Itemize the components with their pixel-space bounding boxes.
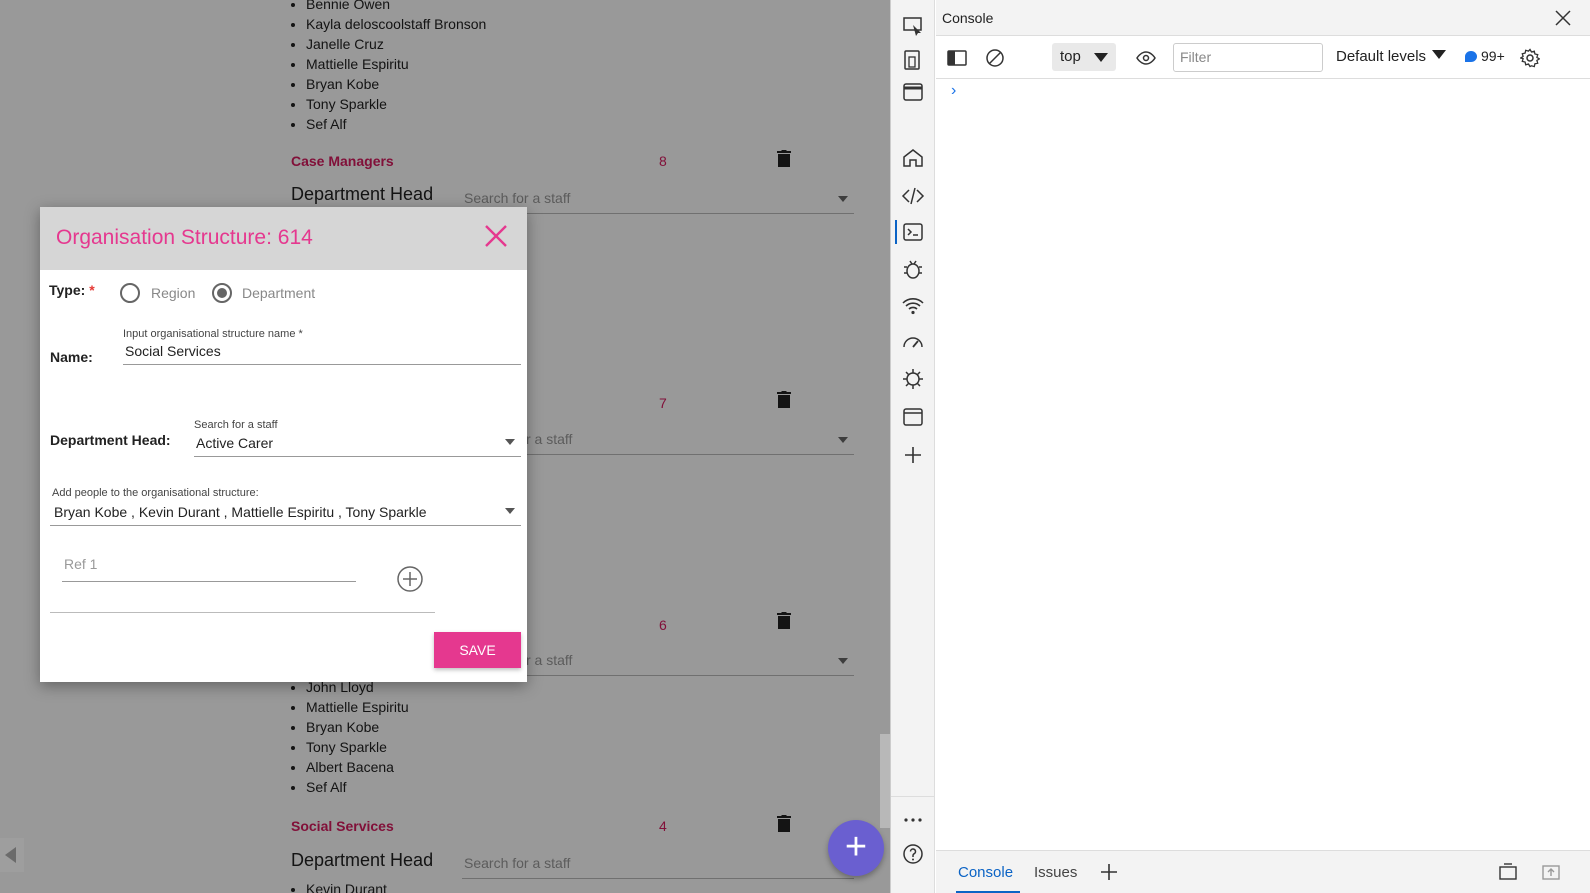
dock-icon[interactable]: [1498, 862, 1518, 882]
log-levels-select[interactable]: Default levels: [1336, 48, 1447, 65]
application-icon[interactable]: [901, 405, 925, 429]
message-count-badge[interactable]: 99+: [1465, 48, 1505, 64]
radio-region-label[interactable]: Region: [151, 285, 195, 301]
type-label-text: Type:: [49, 282, 86, 298]
add-tool-icon[interactable]: [901, 443, 925, 467]
department-head-select[interactable]: Active Carer: [194, 431, 521, 457]
panel-title: Console: [942, 10, 994, 26]
inspect-icon[interactable]: [901, 14, 925, 38]
console-prompt[interactable]: ›: [951, 82, 956, 100]
radio-region[interactable]: [120, 283, 140, 303]
console-header: Console: [936, 0, 1590, 36]
chevron-down-icon: [505, 508, 515, 514]
console-icon[interactable]: [901, 220, 925, 244]
devtools-activity-bar: [891, 0, 935, 893]
ref-input[interactable]: Ref 1: [62, 552, 356, 582]
chevron-down-icon: [1432, 50, 1447, 59]
bug-icon[interactable]: [901, 257, 925, 281]
context-select[interactable]: top: [1052, 43, 1116, 71]
save-button[interactable]: SAVE: [434, 632, 521, 668]
required-mark: *: [89, 282, 95, 298]
collapse-left-button[interactable]: [0, 838, 24, 872]
device-emulation-icon[interactable]: [901, 48, 925, 72]
divider: [50, 612, 435, 613]
more-icon[interactable]: [901, 808, 925, 832]
name-input[interactable]: Social Services: [123, 340, 521, 365]
context-value: top: [1060, 48, 1081, 65]
dialog-title: Organisation Structure: 614: [56, 226, 313, 249]
console-toolbar: top Filter Default levels 99+: [936, 37, 1590, 79]
welcome-icon[interactable]: [901, 80, 925, 104]
network-icon[interactable]: [901, 294, 925, 318]
add-tab-icon[interactable]: [1099, 862, 1119, 882]
performance-icon[interactable]: [901, 330, 925, 354]
close-icon[interactable]: [1553, 8, 1573, 28]
app-area: Bennie Owen Kayla deloscoolstaff Bronson…: [0, 0, 890, 893]
memory-icon[interactable]: [901, 367, 925, 391]
department-head-label: Department Head:: [50, 432, 171, 448]
dialog-header: Organisation Structure: 614: [40, 207, 527, 270]
type-label: Type: *: [49, 282, 95, 298]
add-people-hint: Add people to the organisational structu…: [52, 487, 259, 499]
add-people-select[interactable]: Bryan Kobe , Kevin Durant , Mattielle Es…: [50, 500, 521, 526]
elements-icon[interactable]: [901, 184, 925, 208]
department-head-value: Active Carer: [196, 435, 274, 451]
divider: [891, 796, 935, 797]
tab-issues[interactable]: Issues: [1034, 864, 1077, 881]
active-indicator: [895, 220, 897, 244]
sidebar-toggle-icon[interactable]: [947, 48, 967, 68]
help-icon[interactable]: [901, 842, 925, 866]
eye-icon[interactable]: [1136, 48, 1156, 68]
name-label: Name:: [50, 349, 93, 365]
devtools-panel: Console top Filter Default levels 99+ › …: [890, 0, 1590, 893]
department-head-hint: Search for a staff: [194, 419, 278, 431]
close-icon[interactable]: [483, 223, 509, 249]
log-levels-value: Default levels: [1336, 48, 1427, 65]
organisation-structure-dialog: Organisation Structure: 614 Type: * Regi…: [40, 207, 527, 682]
chevron-down-icon: [505, 439, 515, 445]
add-circle-icon[interactable]: [397, 566, 423, 592]
gear-icon[interactable]: [1520, 48, 1540, 68]
home-icon[interactable]: [901, 146, 925, 170]
message-count-value: 99+: [1481, 48, 1505, 64]
drawer-tabs: Console Issues: [936, 850, 1590, 893]
tab-console[interactable]: Console: [958, 864, 1013, 881]
undock-icon[interactable]: [1541, 862, 1561, 882]
message-icon: [1465, 51, 1477, 62]
clear-console-icon[interactable]: [985, 48, 1005, 68]
filter-input[interactable]: Filter: [1173, 43, 1323, 72]
radio-department-label[interactable]: Department: [242, 285, 315, 301]
chevron-down-icon: [1094, 53, 1108, 62]
radio-department[interactable]: [212, 283, 232, 303]
add-people-value: Bryan Kobe , Kevin Durant , Mattielle Es…: [54, 504, 427, 520]
add-fab-button[interactable]: +: [828, 820, 884, 876]
scrollbar-thumb[interactable]: [880, 734, 890, 828]
name-hint: Input organisational structure name *: [123, 328, 303, 340]
